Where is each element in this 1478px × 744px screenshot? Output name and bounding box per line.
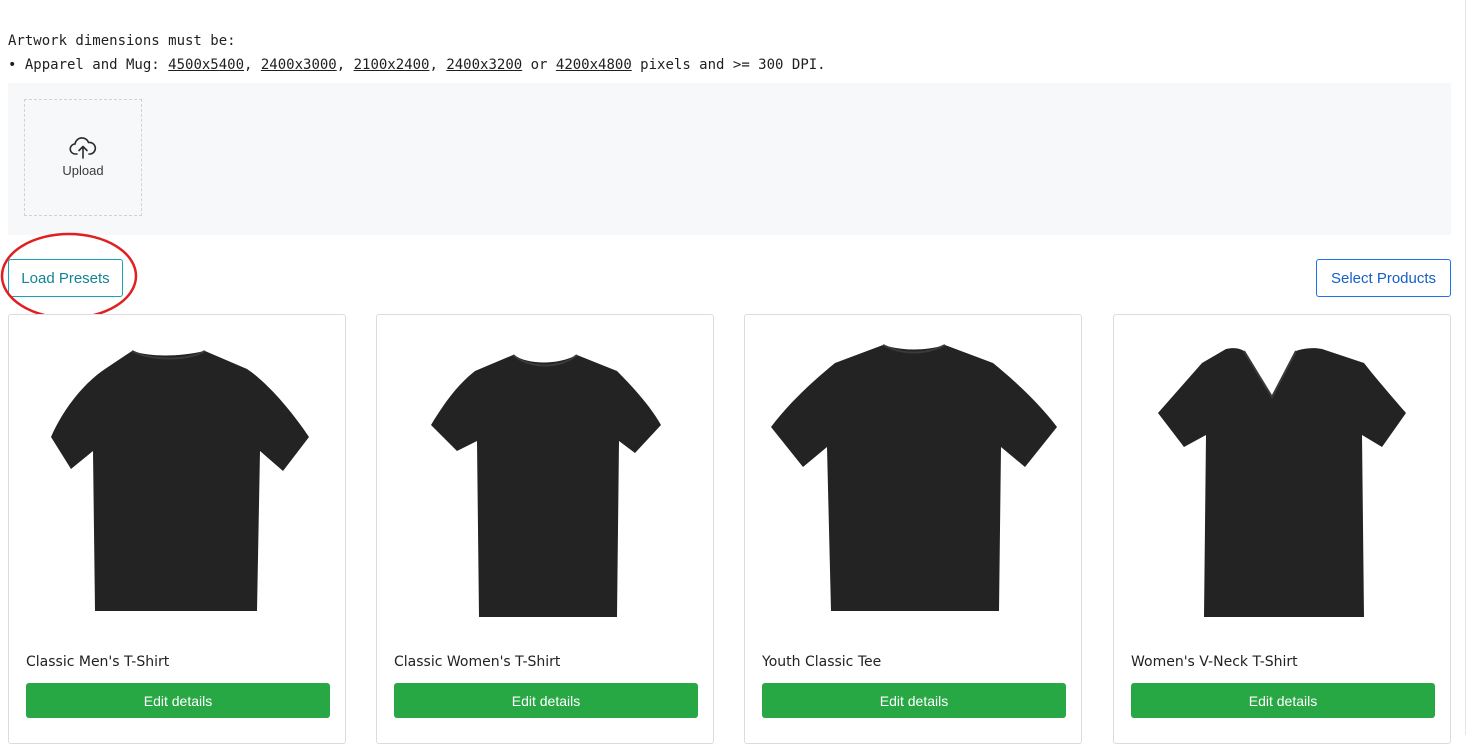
dimension-link[interactable]: 2400x3200 [446,57,522,73]
artwork-dropzone: Upload [8,83,1451,235]
product-card: Youth Classic Tee Edit details [744,314,1082,744]
separator: or [522,57,556,73]
separator: , [244,57,261,73]
edit-details-button[interactable]: Edit details [762,683,1066,718]
dimension-link[interactable]: 2100x2400 [354,57,430,73]
select-products-button[interactable]: Select Products [1316,259,1451,297]
dimension-link[interactable]: 4500x5400 [168,57,244,73]
black-tshirt-icon [51,350,309,611]
product-title: Classic Women's T-Shirt [394,654,561,670]
requirements-heading: Artwork dimensions must be: [8,33,236,49]
upload-button[interactable]: Upload [24,99,142,216]
separator: , [429,57,447,73]
load-presets-button[interactable]: Load Presets [8,259,123,297]
cloud-upload-icon [69,137,97,159]
requirements-bullet: • Apparel and Mug: [8,57,169,73]
dimension-link[interactable]: 4200x4800 [556,57,632,73]
edit-details-button[interactable]: Edit details [394,683,698,718]
separator: , [336,57,354,73]
black-tshirt-icon [771,344,1057,611]
requirements-suffix: pixels and >= 300 DPI. [631,57,826,73]
black-tshirt-icon [431,354,661,617]
edit-details-button[interactable]: Edit details [26,683,330,718]
edit-details-button[interactable]: Edit details [1131,683,1435,718]
product-title: Youth Classic Tee [762,654,882,670]
page-divider [1465,0,1466,735]
upload-label: Upload [62,163,104,178]
product-title: Women's V-Neck T-Shirt [1131,654,1298,670]
black-vneck-tshirt-icon [1158,348,1406,617]
product-card: Classic Men's T-Shirt Edit details [8,314,346,744]
dimension-link[interactable]: 2400x3000 [261,57,337,73]
product-card: Women's V-Neck T-Shirt Edit details [1113,314,1451,744]
artwork-requirements: Artwork dimensions must be: • Apparel an… [8,29,826,77]
product-title: Classic Men's T-Shirt [26,654,170,670]
product-card: Classic Women's T-Shirt Edit details [376,314,714,744]
